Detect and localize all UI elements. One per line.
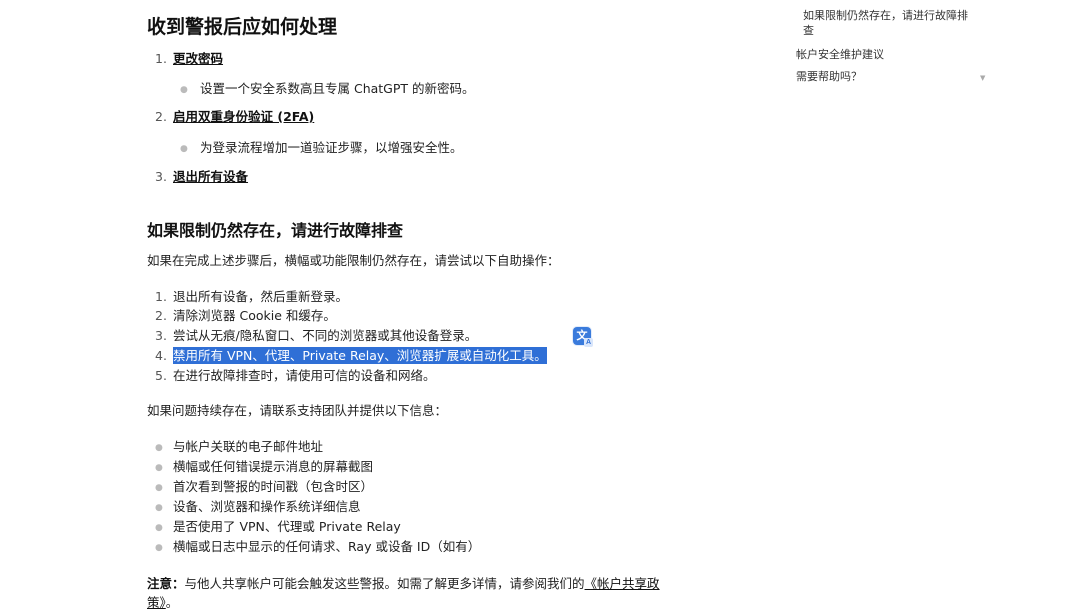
- list-item: ● 是否使用了 VPN、代理或 Private Relay: [147, 517, 401, 538]
- action-detail: ● 为登录流程增加一道验证步骤，以增强安全性。: [180, 139, 463, 158]
- note-paragraph: 注意：与他人共享帐户可能会触发这些警报。如需了解更多详情，请参阅我们的《帐户共享…: [147, 574, 682, 612]
- section-heading: 如果限制仍然存在，请进行故障排查: [147, 221, 404, 240]
- list-item-text: 清除浏览器 Cookie 和缓存。: [173, 308, 336, 323]
- list-item: ● 横幅或日志中显示的任何请求、Ray 或设备 ID（如有）: [147, 537, 480, 558]
- list-item-text: 首次看到警报的时间戳（包含时区）: [173, 479, 374, 494]
- action-detail-text: 设置一个安全系数高且专属 ChatGPT 的新密码。: [200, 81, 475, 96]
- list-item-text: 与帐户关联的电子邮件地址: [173, 439, 324, 454]
- support-intro: 如果问题持续存在，请联系支持团队并提供以下信息：: [147, 403, 448, 418]
- action-detail: ● 设置一个安全系数高且专属 ChatGPT 的新密码。: [180, 80, 475, 99]
- change-password-link[interactable]: 更改密码: [173, 51, 223, 66]
- list-item: 2. 清除浏览器 Cookie 和缓存。: [147, 307, 336, 325]
- bullet-icon: ●: [180, 143, 188, 154]
- translate-badge: A: [584, 338, 593, 347]
- action-detail-text: 为登录流程增加一道验证步骤，以增强安全性。: [200, 140, 463, 155]
- list-item: 3. 尝试从无痕/隐私窗口、不同的浏览器或其他设备登录。: [147, 327, 477, 345]
- list-item-text: 设备、浏览器和操作系统详细信息: [173, 499, 361, 514]
- action-item-change-password: 1. 更改密码: [147, 50, 223, 68]
- list-number: 3.: [155, 169, 167, 184]
- bullet-icon: ●: [155, 462, 163, 473]
- list-number: 4.: [155, 348, 167, 363]
- list-item: ● 首次看到警报的时间戳（包含时区）: [147, 477, 373, 498]
- note-text: 与他人共享帐户可能会触发这些警报。如需了解更多详情，请参阅我们的: [184, 576, 585, 591]
- list-number: 1.: [155, 289, 167, 304]
- list-item: 1. 退出所有设备，然后重新登录。: [147, 288, 348, 306]
- bullet-icon: ●: [155, 502, 163, 513]
- action-item-sign-out: 3. 退出所有设备: [147, 168, 248, 186]
- list-number: 2.: [155, 109, 167, 124]
- list-item: 5. 在进行故障排查时，请使用可信的设备和网络。: [147, 367, 436, 385]
- list-number: 1.: [155, 51, 167, 66]
- list-item-text: 在进行故障排查时，请使用可信的设备和网络。: [173, 368, 436, 383]
- list-item-text: 是否使用了 VPN、代理或 Private Relay: [173, 519, 401, 534]
- page-title: 收到警报后应如何处理: [147, 16, 338, 38]
- list-number: 3.: [155, 328, 167, 343]
- selected-text[interactable]: 禁用所有 VPN、代理、Private Relay、浏览器扩展或自动化工具。: [173, 347, 547, 364]
- bullet-icon: ●: [155, 522, 163, 533]
- list-item-text: 横幅或任何错误提示消息的屏幕截图: [173, 459, 374, 474]
- translate-icon[interactable]: 文A: [573, 327, 593, 347]
- note-end: 。: [165, 595, 179, 610]
- list-item: ● 设备、浏览器和操作系统详细信息: [147, 497, 361, 518]
- list-item-text: 退出所有设备，然后重新登录。: [173, 289, 349, 304]
- caret-down-icon[interactable]: ▼: [980, 74, 985, 82]
- bullet-icon: ●: [155, 482, 163, 493]
- enable-2fa-link[interactable]: 启用双重身份验证 (2FA): [173, 109, 314, 124]
- list-item: ● 横幅或任何错误提示消息的屏幕截图: [147, 457, 373, 478]
- list-number: 2.: [155, 308, 167, 323]
- list-number: 5.: [155, 368, 167, 383]
- toc-item-security-tips[interactable]: 帐户安全维护建议: [796, 46, 884, 62]
- list-item-text: 横幅或日志中显示的任何请求、Ray 或设备 ID（如有）: [173, 539, 481, 554]
- bullet-icon: ●: [155, 442, 163, 453]
- list-item: ● 与帐户关联的电子邮件地址: [147, 437, 323, 458]
- toc-item-troubleshoot[interactable]: 如果限制仍然存在，请进行故障排查: [803, 8, 973, 38]
- note-label: 注意：: [147, 576, 185, 591]
- bullet-icon: ●: [180, 84, 188, 95]
- sign-out-all-link[interactable]: 退出所有设备: [173, 169, 248, 184]
- list-item-text: 尝试从无痕/隐私窗口、不同的浏览器或其他设备登录。: [173, 328, 478, 343]
- list-item-selected: 4. 禁用所有 VPN、代理、Private Relay、浏览器扩展或自动化工具。: [147, 347, 547, 365]
- action-item-enable-2fa: 2. 启用双重身份验证 (2FA): [147, 108, 314, 126]
- article-content: 收到警报后应如何处理 1. 更改密码 ● 设置一个安全系数高且专属 ChatGPT …: [0, 0, 760, 615]
- toc-item-need-help[interactable]: 需要帮助吗？: [796, 68, 862, 84]
- bullet-icon: ●: [155, 542, 163, 553]
- troubleshoot-intro: 如果在完成上述步骤后，横幅或功能限制仍然存在，请尝试以下自助操作：: [147, 253, 560, 268]
